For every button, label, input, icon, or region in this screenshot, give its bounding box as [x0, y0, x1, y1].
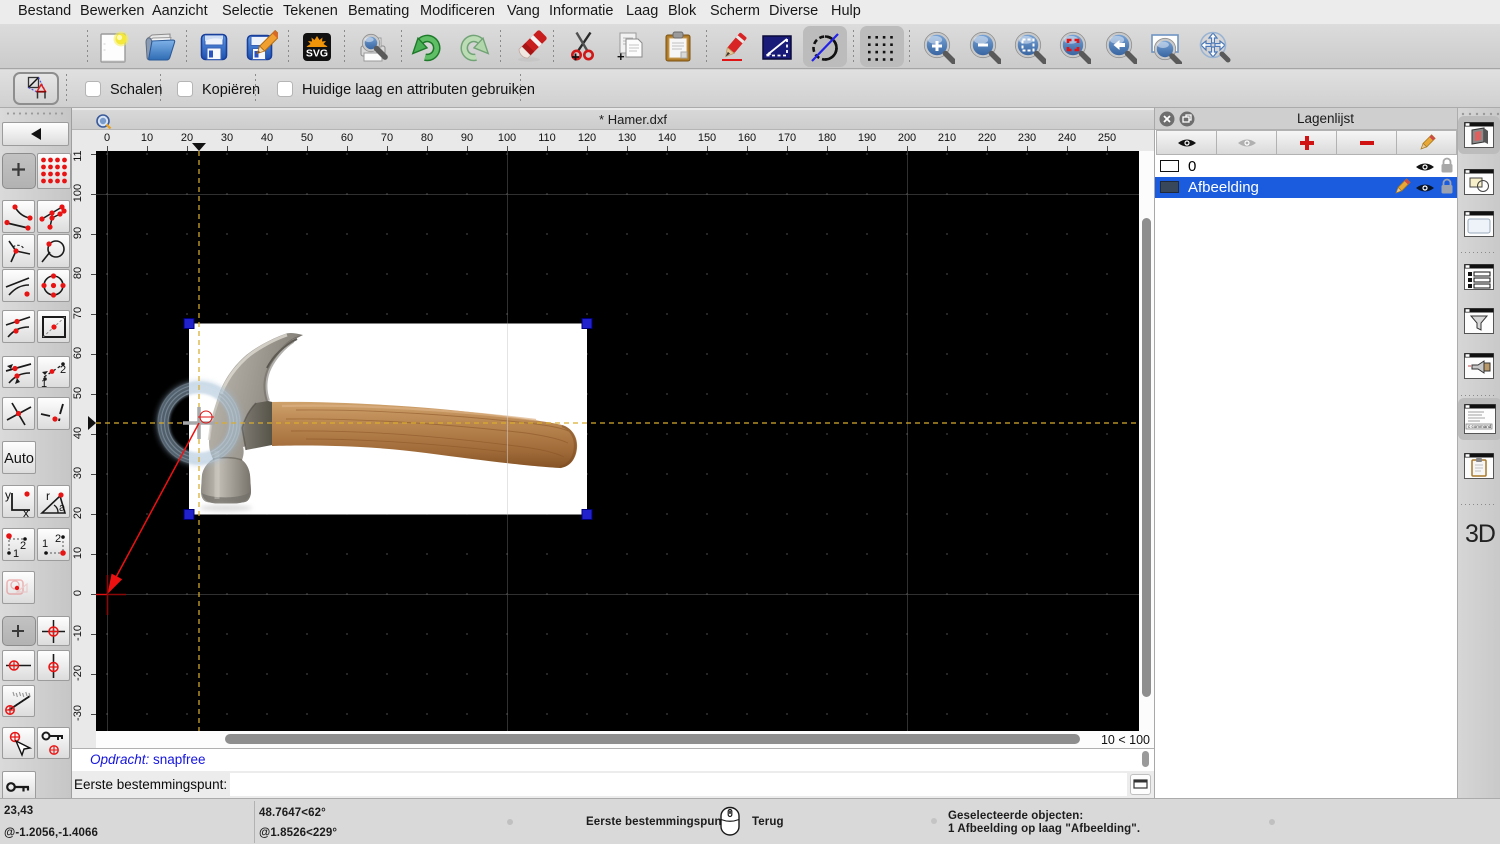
svg-text:2: 2	[60, 364, 66, 376]
svg-text:x: x	[23, 506, 29, 517]
svg-text:1: 1	[42, 538, 48, 550]
svg-text:2: 2	[55, 533, 61, 545]
svg-text:+: +	[617, 49, 625, 64]
svg-text:1: 1	[13, 548, 19, 560]
svg-text:SVG: SVG	[306, 48, 328, 60]
svg-text:2: 2	[20, 540, 26, 552]
svg-text:r: r	[46, 489, 50, 503]
svg-text:y: y	[5, 488, 11, 502]
svg-text:a: a	[59, 502, 66, 514]
svg-text:c command: c command	[1468, 424, 1492, 429]
svg-text:1: 1	[41, 378, 47, 387]
svg-text:Auto: Auto	[4, 451, 34, 467]
